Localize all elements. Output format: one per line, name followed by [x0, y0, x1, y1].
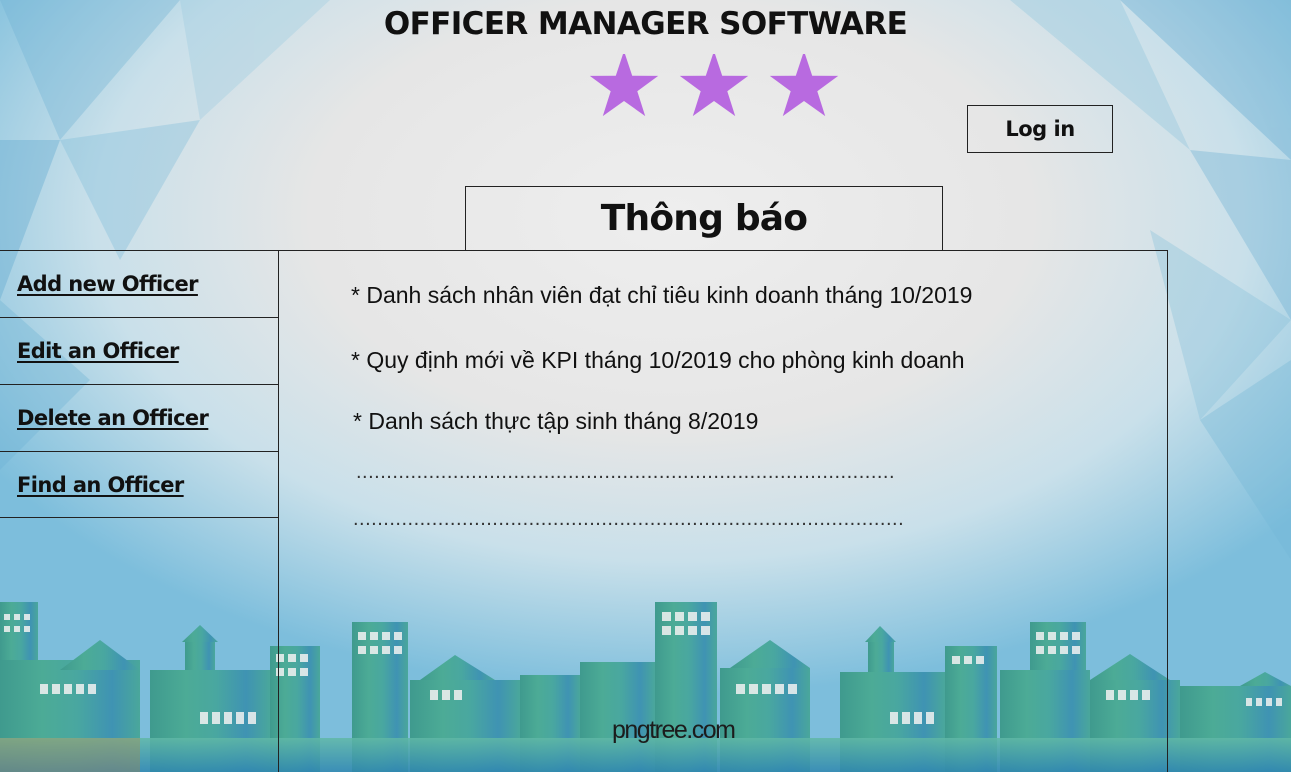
notice-tab-label: Thông báo [600, 198, 808, 239]
notice-item[interactable]: * Danh sách thực tập sinh tháng 8/2019 [353, 408, 758, 435]
login-button[interactable]: Log in [967, 105, 1113, 153]
watermark-text: pngtree.com [612, 716, 736, 744]
find-officer-link[interactable]: Find an Officer [17, 473, 184, 497]
sidebar-item-delete-officer[interactable]: Delete an Officer [0, 384, 278, 451]
notice-panel: * Danh sách nhân viên đạt chỉ tiêu kinh … [278, 250, 1168, 772]
sidebar-item-edit-officer[interactable]: Edit an Officer [0, 317, 278, 384]
notice-tab: Thông báo [465, 186, 943, 250]
edit-officer-link[interactable]: Edit an Officer [17, 339, 179, 363]
sidebar-item-add-officer[interactable]: Add new Officer [0, 250, 278, 317]
star-icon [769, 54, 839, 116]
delete-officer-link[interactable]: Delete an Officer [17, 406, 209, 430]
sidebar-item-find-officer[interactable]: Find an Officer [0, 451, 278, 518]
sidebar-menu: Add new Officer Edit an Officer Delete a… [0, 250, 278, 518]
placeholder-line: ........................................… [353, 508, 905, 530]
notice-item[interactable]: * Quy định mới về KPI tháng 10/2019 cho … [351, 347, 965, 374]
star-icon [589, 54, 659, 116]
star-icon [679, 54, 749, 116]
app-title: OFFICER MANAGER SOFTWARE [383, 6, 908, 42]
placeholder-line: ........................................… [356, 461, 896, 483]
rating-stars [589, 54, 839, 116]
notice-item[interactable]: * Danh sách nhân viên đạt chỉ tiêu kinh … [351, 282, 972, 309]
add-officer-link[interactable]: Add new Officer [17, 272, 199, 296]
